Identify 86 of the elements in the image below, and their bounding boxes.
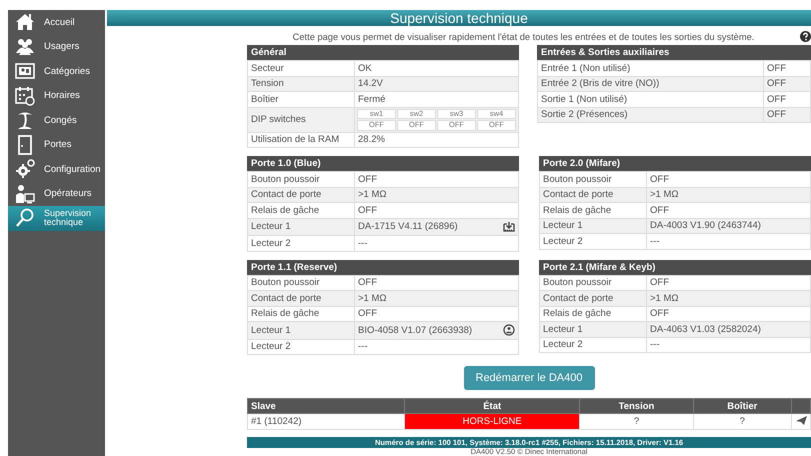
row-value: DA-1715 V4.11 (26896) bbox=[358, 221, 458, 232]
page-title: Supervision technique bbox=[107, 10, 811, 26]
row-value: --- bbox=[646, 234, 810, 249]
panel-title: Entrées & Sorties auxiliaires bbox=[537, 45, 811, 60]
page-description: Cette page vous permet de visualiser rapidement l'état de toutes les entrées et de toutes les sorties du système. bbox=[292, 32, 756, 42]
sidebar-item[interactable]: Portes bbox=[8, 132, 105, 157]
sidebar-item[interactable]: Congés bbox=[8, 108, 105, 132]
row-label: Utilisation de la RAM bbox=[248, 132, 354, 148]
row-value: 28.2% bbox=[354, 132, 518, 148]
gears-icon bbox=[14, 158, 36, 180]
row-value: OFF bbox=[354, 172, 518, 187]
sidebar-item[interactable]: Usagers bbox=[8, 34, 105, 59]
calendar-icon bbox=[14, 84, 36, 107]
panel-title: Porte 2.0 (Mifare) bbox=[539, 156, 811, 171]
row-value: OFF bbox=[764, 60, 810, 76]
row-value: --- bbox=[646, 337, 810, 352]
column-header: Boîtier bbox=[693, 398, 792, 414]
row-label: Contact de porte bbox=[540, 187, 646, 202]
row-value: OFF bbox=[646, 275, 810, 290]
row-label: DIP switches bbox=[248, 107, 354, 132]
row-label: Lecteur 1 bbox=[248, 322, 354, 339]
row-value: OFF bbox=[764, 92, 810, 107]
row-label: Bouton poussoir bbox=[540, 172, 646, 187]
row-label: Lecteur 2 bbox=[248, 339, 354, 354]
sidebar-item[interactable]: Opérateurs bbox=[8, 182, 105, 206]
send-icon[interactable] bbox=[796, 416, 806, 424]
row-label: Contact de porte bbox=[248, 290, 354, 306]
panel-title: Général bbox=[247, 45, 519, 60]
row-label: Bouton poussoir bbox=[248, 172, 354, 187]
sidebar-item[interactable]: Catégories bbox=[8, 59, 105, 84]
download-icon[interactable] bbox=[503, 221, 515, 232]
row-value: >1 MΩ bbox=[354, 290, 518, 306]
panel-title: Porte 1.1 (Reserve) bbox=[247, 260, 519, 274]
column-header: État bbox=[404, 398, 580, 414]
row-label: Tension bbox=[248, 76, 354, 92]
column-header: Slave bbox=[248, 398, 404, 414]
row-value: DA-4003 V1.90 (2463744) bbox=[646, 218, 810, 234]
person-monitor-icon bbox=[14, 182, 36, 205]
row-value: Fermé bbox=[354, 92, 518, 107]
search-icon bbox=[14, 207, 36, 230]
row-label: Sortie 2 (Présences) bbox=[538, 107, 764, 122]
row-value: OFF bbox=[354, 202, 518, 218]
row-label: Bouton poussoir bbox=[540, 275, 646, 290]
row-value: OFF bbox=[354, 275, 518, 290]
row-value: OFF bbox=[764, 107, 810, 122]
sidebar-item[interactable]: Horaires bbox=[8, 84, 105, 108]
row-value: OFF bbox=[764, 76, 810, 92]
row-value: --- bbox=[354, 339, 518, 354]
row-value: DA-4063 V1.03 (2582024) bbox=[646, 322, 810, 337]
row-label: Lecteur 1 bbox=[540, 218, 646, 234]
row-label: Secteur bbox=[248, 60, 354, 76]
slave-cell: #1 (110242) bbox=[248, 414, 404, 430]
row-value: BIO-4058 V1.07 (2663938) bbox=[358, 324, 472, 336]
row-label: Contact de porte bbox=[248, 187, 354, 202]
status-cell: HORS-LIGNE bbox=[404, 414, 580, 430]
row-label: Lecteur 1 bbox=[540, 322, 646, 337]
row-value: OFF bbox=[646, 202, 810, 218]
row-label: Bouton poussoir bbox=[248, 275, 354, 290]
sidebar-item[interactable]: Accueil bbox=[8, 10, 105, 34]
row-value: 14.2V bbox=[354, 76, 518, 92]
row-value: >1 MΩ bbox=[646, 187, 810, 202]
row-label: Lecteur 1 bbox=[248, 218, 354, 236]
panel-title: Porte 2.1 (Mifare & Keyb) bbox=[539, 260, 811, 274]
row-value: >1 MΩ bbox=[646, 290, 810, 306]
row-label: Boîtier bbox=[248, 92, 354, 107]
tension-cell: ? bbox=[580, 414, 694, 430]
sidebar-item[interactable]: Configuration bbox=[8, 157, 105, 182]
housing-cell: ? bbox=[693, 414, 792, 430]
row-value: OK bbox=[354, 60, 518, 76]
row-value: OFF bbox=[646, 172, 810, 187]
row-label: Sortie 1 (Non utilisé) bbox=[538, 92, 764, 107]
row-label: Contact de porte bbox=[540, 290, 646, 306]
row-label: Lecteur 2 bbox=[540, 234, 646, 249]
row-label: Entrée 2 (Bris de vitre (NO)) bbox=[538, 76, 764, 92]
column-header: Tension bbox=[580, 398, 694, 414]
row-label: Lecteur 2 bbox=[540, 337, 646, 352]
panel-title: Porte 1.0 (Blue) bbox=[247, 156, 519, 171]
row-label: Lecteur 2 bbox=[248, 236, 354, 251]
row-label: Entrée 1 (Non utilisé) bbox=[538, 60, 764, 76]
help-icon[interactable] bbox=[800, 31, 811, 42]
row-value: --- bbox=[354, 236, 518, 251]
row-value: >1 MΩ bbox=[354, 187, 518, 202]
row-label: Relais de gâche bbox=[248, 202, 354, 218]
row-label: Relais de gâche bbox=[540, 202, 646, 218]
person-circle-icon[interactable] bbox=[503, 324, 515, 336]
sidebar-item[interactable]: Supervision technique bbox=[8, 206, 105, 230]
